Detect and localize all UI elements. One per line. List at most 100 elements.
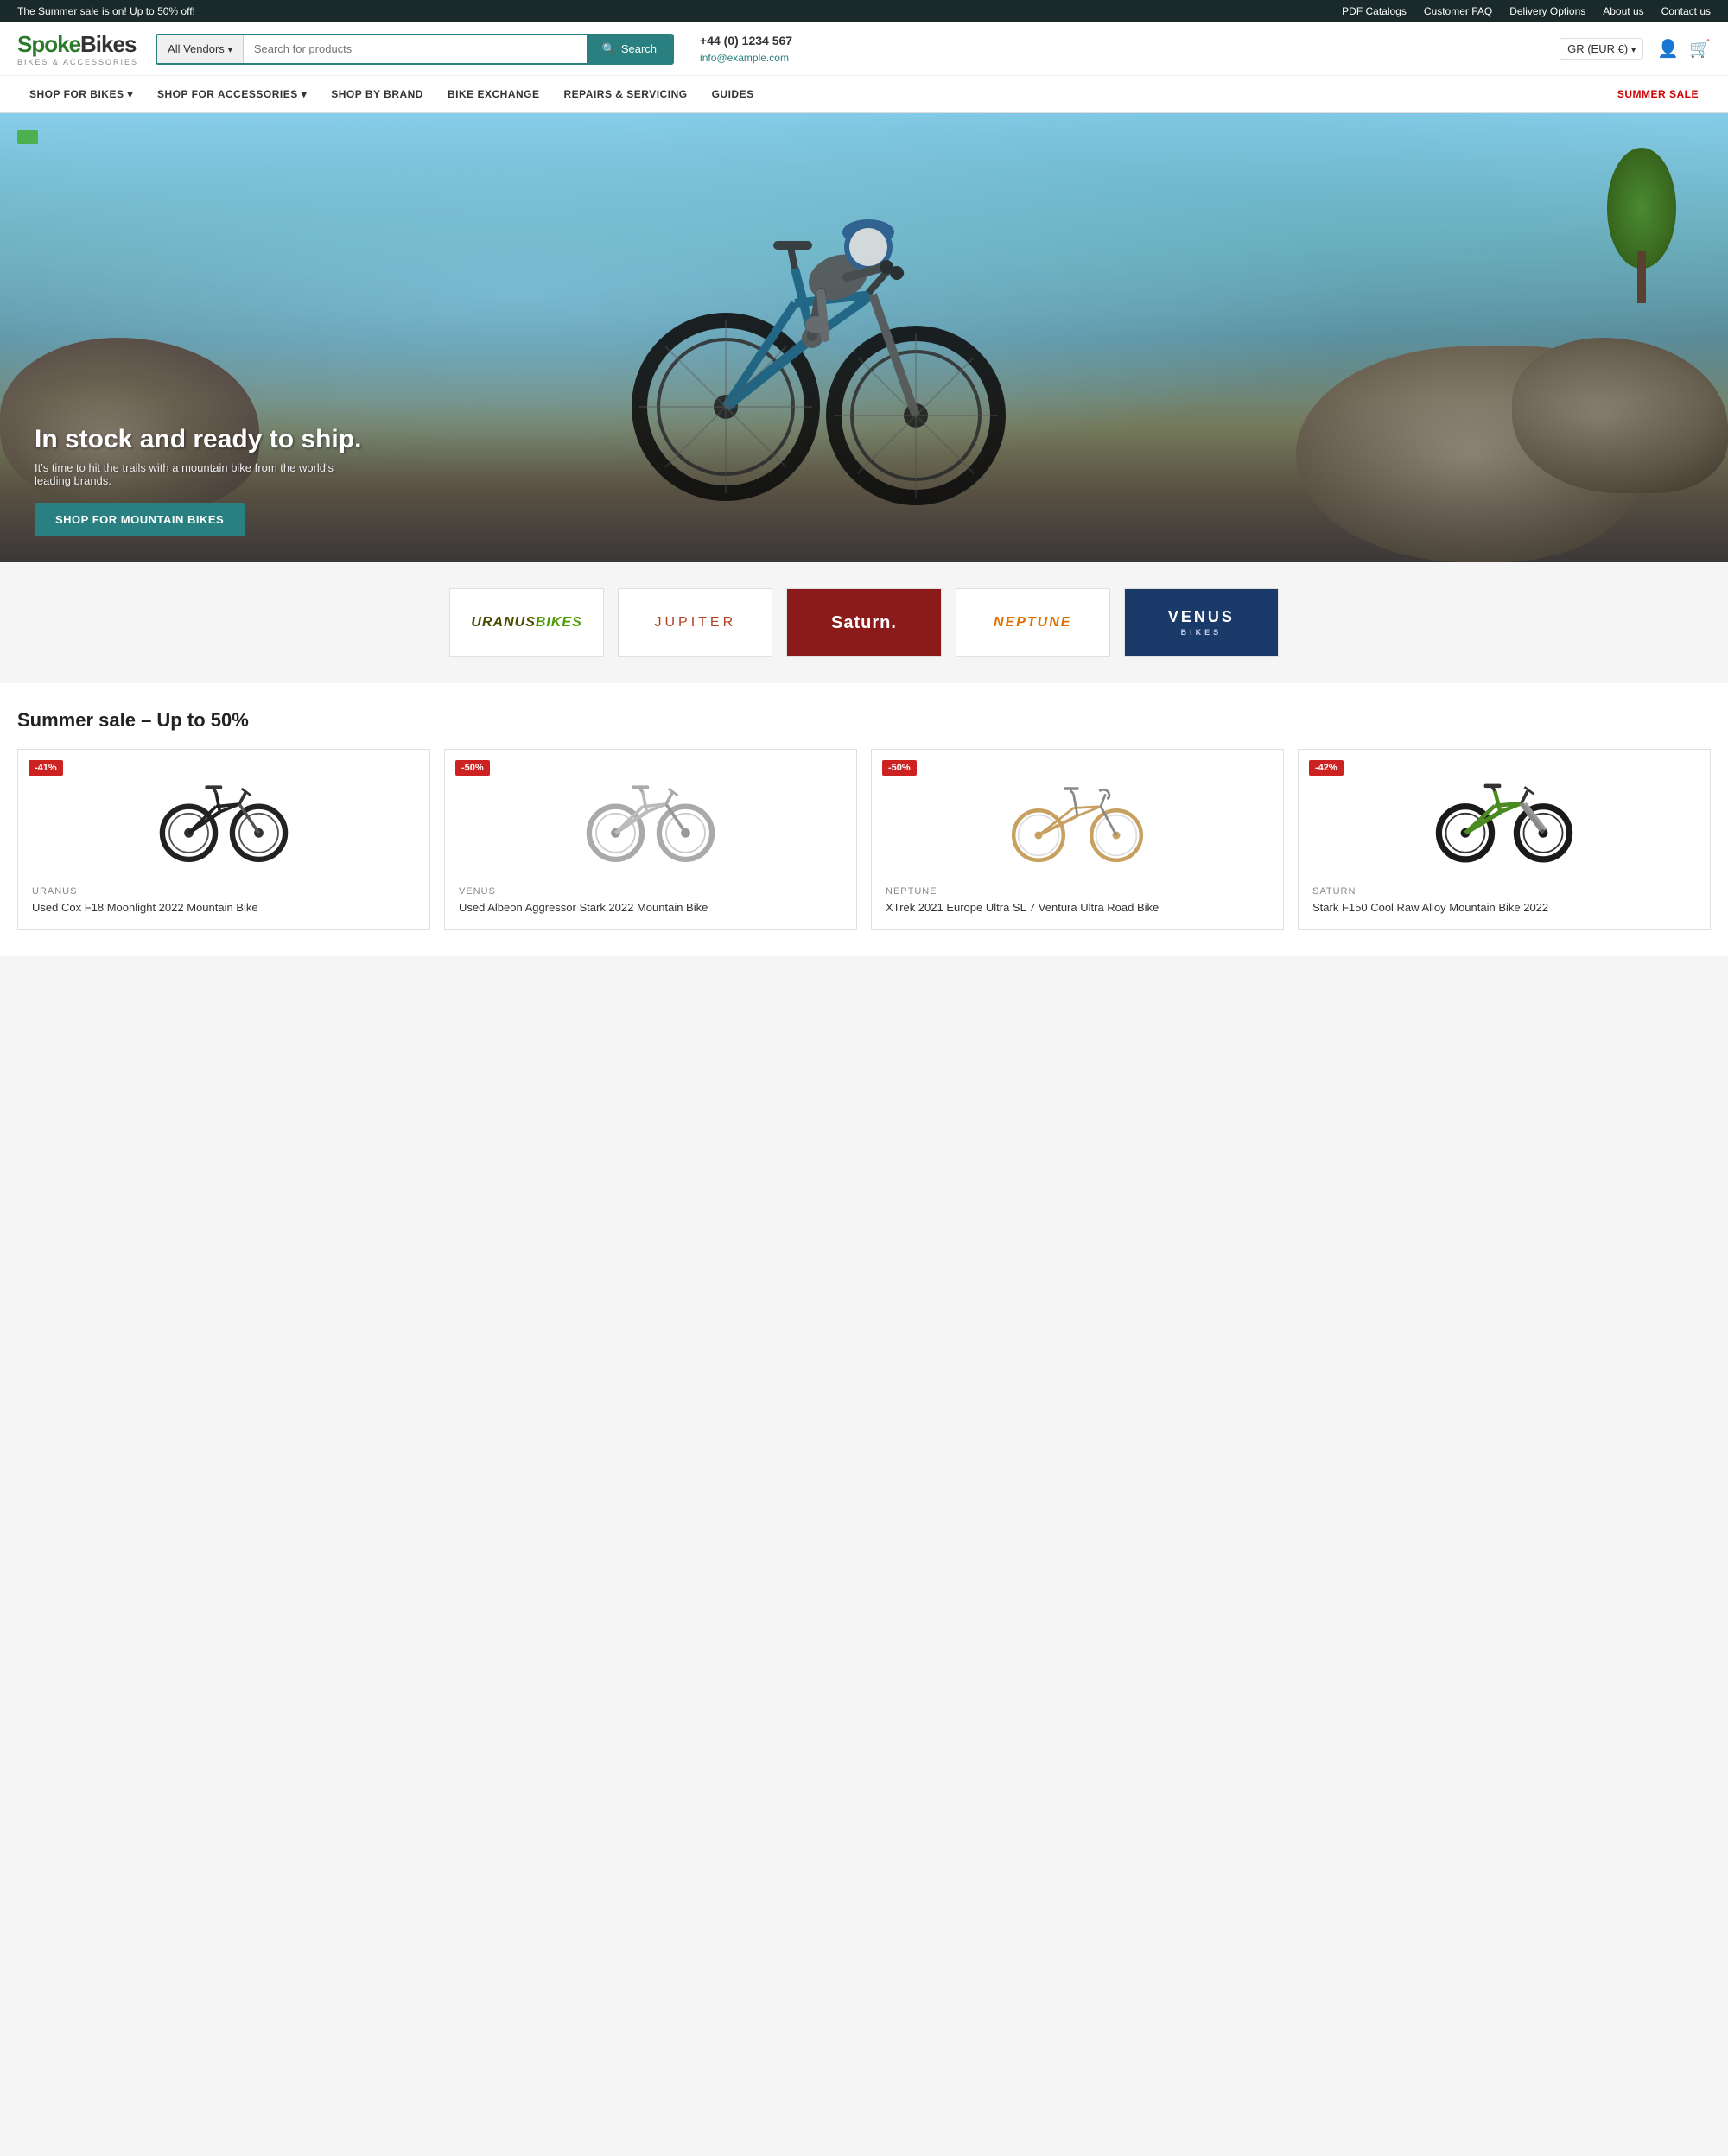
product-name-1: Used Cox F18 Moonlight 2022 Mountain Bik…: [32, 900, 416, 916]
nav-shop-by-brand-label: SHOP BY BRAND: [331, 88, 423, 100]
pdf-catalogs-link[interactable]: PDF Catalogs: [1342, 5, 1407, 17]
site-logo[interactable]: SpokeBikes BIKES & ACCESSORIES: [17, 31, 138, 67]
product-image-2: [459, 764, 842, 876]
announcement-text: The Summer sale is on! Up to 50% off!: [17, 5, 195, 17]
nav-shop-by-brand[interactable]: SHOP BY BRAND: [319, 76, 435, 112]
header-right: GR (EUR €) 👤 🛒: [1560, 38, 1711, 60]
hero-title: In stock and ready to ship.: [35, 425, 1693, 454]
discount-badge-3: -50%: [882, 760, 917, 776]
neptune-logo: NEPTUNE: [994, 615, 1071, 631]
hero-section: In stock and ready to ship. It's time to…: [0, 113, 1728, 562]
product-name-4: Stark F150 Cool Raw Alloy Mountain Bike …: [1312, 900, 1696, 916]
email-address: info@example.com: [700, 50, 792, 66]
logo-spoke: Spoke: [17, 31, 80, 57]
product-brand-2: VENUS: [459, 886, 842, 897]
customer-faq-link[interactable]: Customer FAQ: [1424, 5, 1492, 17]
brands-section: URANUSBIKES JUPITER Saturn. NEPTUNE VENU…: [0, 562, 1728, 683]
logo-bikes: Bikes: [80, 31, 136, 57]
product-image-4: [1312, 764, 1696, 876]
product-card-2[interactable]: -50%: [444, 749, 857, 930]
brand-card-uranus[interactable]: URANUSBIKES: [449, 588, 604, 657]
brand-card-saturn[interactable]: Saturn.: [786, 588, 941, 657]
products-grid: -41%: [17, 749, 1711, 930]
product-card-4[interactable]: -42%: [1298, 749, 1711, 930]
nav-repairs-servicing[interactable]: REPAIRS & SERVICING: [552, 76, 700, 112]
top-bar-links: PDF Catalogs Customer FAQ Delivery Optio…: [1342, 5, 1711, 17]
user-icon: 👤: [1657, 40, 1679, 59]
discount-badge-2: -50%: [455, 760, 490, 776]
top-bar: The Summer sale is on! Up to 50% off! PD…: [0, 0, 1728, 22]
nav-guides[interactable]: GUIDES: [700, 76, 766, 112]
product-image-3: [886, 764, 1269, 876]
vendor-label: All Vendors: [168, 42, 225, 55]
search-button-label: Search: [621, 42, 657, 55]
nav-guides-label: GUIDES: [712, 88, 754, 100]
search-bar: All Vendors 🔍 Search: [156, 34, 674, 65]
venus-logo: VENUS BIKES: [1168, 607, 1235, 637]
product-brand-4: SATURN: [1312, 886, 1696, 897]
tree-canopy: [1607, 148, 1676, 269]
bike-svg-1: [146, 777, 302, 863]
brand-card-neptune[interactable]: NEPTUNE: [956, 588, 1110, 657]
product-brand-1: URANUS: [32, 886, 416, 897]
contact-info: +44 (0) 1234 567 info@example.com: [700, 32, 792, 66]
uranus-logo: URANUSBIKES: [471, 615, 581, 631]
header-icons: 👤 🛒: [1657, 38, 1711, 60]
site-header: SpokeBikes BIKES & ACCESSORIES All Vendo…: [0, 22, 1728, 76]
cart-icon: 🛒: [1689, 40, 1711, 59]
nav-bike-exchange-label: BIKE EXCHANGE: [448, 88, 540, 100]
user-account-button[interactable]: 👤: [1657, 38, 1679, 60]
nav-shop-accessories-label: SHOP FOR ACCESSORIES: [157, 88, 298, 100]
brand-card-jupiter[interactable]: JUPITER: [618, 588, 772, 657]
nav-shop-bikes-chevron: ▾: [127, 88, 133, 100]
nav-shop-accessories-chevron: ▾: [302, 88, 308, 100]
nav-shop-bikes-label: SHOP FOR BIKES: [29, 88, 124, 100]
bike-svg-4: [1426, 777, 1582, 863]
logo-text: SpokeBikes: [17, 31, 138, 58]
product-name-2: Used Albeon Aggressor Stark 2022 Mountai…: [459, 900, 842, 916]
bike-svg-2: [573, 777, 728, 863]
hero-indicator: [17, 130, 38, 144]
vendor-chevron-icon: [228, 42, 232, 55]
tree-trunk: [1637, 251, 1646, 303]
search-button[interactable]: 🔍 Search: [587, 35, 672, 63]
product-brand-3: NEPTUNE: [886, 886, 1269, 897]
contact-us-link[interactable]: Contact us: [1661, 5, 1711, 17]
product-card-1[interactable]: -41%: [17, 749, 430, 930]
hero-overlay: In stock and ready to ship. It's time to…: [0, 399, 1728, 562]
nav-bike-exchange[interactable]: BIKE EXCHANGE: [435, 76, 552, 112]
hero-cta-button[interactable]: Shop for Mountain Bikes: [35, 503, 245, 536]
hero-subtitle: It's time to hit the trails with a mount…: [35, 461, 337, 487]
nav-shop-bikes[interactable]: SHOP FOR BIKES ▾: [17, 76, 145, 112]
about-us-link[interactable]: About us: [1603, 5, 1643, 17]
main-nav: SHOP FOR BIKES ▾ SHOP FOR ACCESSORIES ▾ …: [0, 76, 1728, 113]
nav-summer-sale[interactable]: SUMMER SALE: [1605, 76, 1711, 112]
vendor-select[interactable]: All Vendors: [157, 35, 244, 63]
product-image-1: [32, 764, 416, 876]
cart-button[interactable]: 🛒: [1689, 38, 1711, 60]
product-card-3[interactable]: -50%: [871, 749, 1284, 930]
nav-repairs-label: REPAIRS & SERVICING: [564, 88, 688, 100]
hero-tree-decoration: [1607, 148, 1676, 303]
brands-grid: URANUSBIKES JUPITER Saturn. NEPTUNE VENU…: [449, 588, 1279, 657]
currency-selector[interactable]: GR (EUR €): [1560, 38, 1643, 60]
product-name-3: XTrek 2021 Europe Ultra SL 7 Ventura Ult…: [886, 900, 1269, 916]
bike-svg-3: [1000, 777, 1155, 863]
nav-sale-label: SUMMER SALE: [1617, 88, 1699, 100]
phone-number: +44 (0) 1234 567: [700, 32, 792, 50]
brand-card-venus[interactable]: VENUS BIKES: [1124, 588, 1279, 657]
venus-label: VENUS: [1168, 608, 1235, 625]
uranus-bikes-text: BIKES: [536, 615, 582, 630]
saturn-logo: Saturn.: [831, 613, 897, 633]
currency-label: GR (EUR €): [1567, 42, 1628, 55]
sale-section-title: Summer sale – Up to 50%: [17, 709, 1711, 732]
discount-badge-4: -42%: [1309, 760, 1344, 776]
logo-tagline: BIKES & ACCESSORIES: [17, 58, 138, 67]
jupiter-logo: JUPITER: [654, 615, 736, 631]
search-input[interactable]: [244, 35, 587, 63]
currency-chevron-icon: [1631, 42, 1636, 55]
nav-shop-accessories[interactable]: SHOP FOR ACCESSORIES ▾: [145, 76, 319, 112]
delivery-options-link[interactable]: Delivery Options: [1509, 5, 1585, 17]
discount-badge-1: -41%: [29, 760, 63, 776]
search-icon: 🔍: [602, 42, 616, 56]
